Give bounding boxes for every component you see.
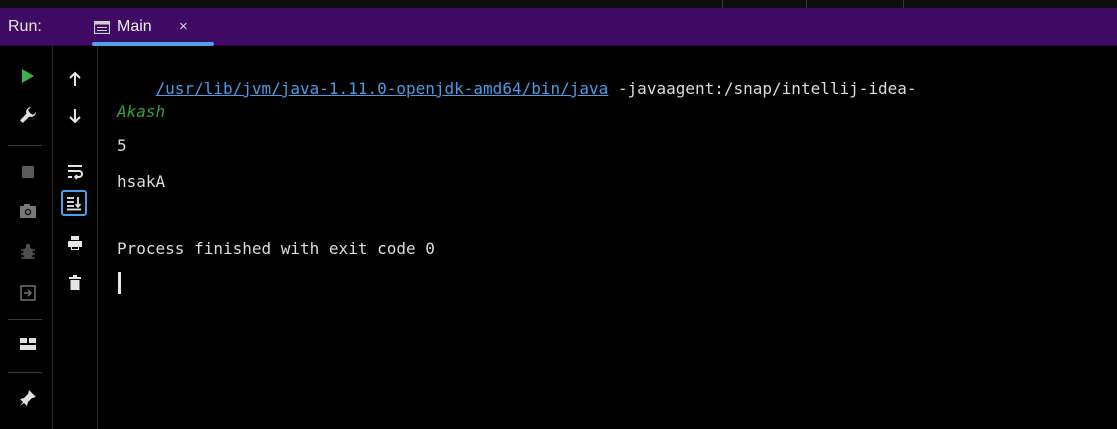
output-line: hsakA — [117, 172, 166, 191]
java-path-link[interactable]: /usr/lib/jvm/java-1.11.0-openjdk-amd64/b… — [156, 79, 609, 98]
layout-icon[interactable] — [16, 332, 40, 356]
console-tab-icon — [94, 21, 110, 34]
command-line: /usr/lib/jvm/java-1.11.0-openjdk-amd64/b… — [117, 60, 917, 117]
print-icon[interactable] — [63, 231, 87, 255]
close-icon[interactable]: × — [179, 18, 188, 35]
bug-icon[interactable] — [16, 240, 40, 264]
trash-icon[interactable] — [63, 271, 87, 295]
strip-divider — [806, 0, 807, 8]
text-caret — [118, 272, 121, 294]
run-tool-window-header: Run: Main × — [0, 8, 1117, 46]
rerun-icon[interactable] — [16, 64, 40, 88]
stop-icon[interactable] — [16, 160, 40, 184]
input-echo: Akash — [117, 102, 166, 121]
process-finished-message: Process finished with exit code 0 — [117, 239, 435, 258]
console-output[interactable]: /usr/lib/jvm/java-1.11.0-openjdk-amd64/b… — [98, 46, 1117, 429]
scroll-to-end-icon[interactable] — [61, 190, 87, 216]
exit-icon[interactable] — [16, 281, 40, 305]
strip-divider — [903, 0, 904, 8]
toolbar-divider — [8, 372, 42, 373]
command-args: -javaagent:/snap/intellij-idea- — [608, 79, 917, 98]
pin-icon[interactable] — [16, 386, 40, 410]
toolbar-divider — [8, 145, 42, 146]
run-label: Run: — [8, 18, 42, 35]
tab-main-label: Main — [117, 18, 152, 35]
top-strip — [0, 0, 1117, 8]
output-line: 5 — [117, 136, 127, 155]
down-arrow-icon[interactable] — [63, 104, 87, 128]
run-toolbar-primary — [0, 46, 53, 429]
soft-wrap-icon[interactable] — [63, 160, 87, 184]
camera-icon[interactable] — [16, 199, 40, 223]
strip-divider — [722, 0, 723, 8]
tab-main[interactable]: Main × — [89, 8, 214, 46]
toolbar-divider — [8, 319, 42, 320]
up-arrow-icon[interactable] — [63, 67, 87, 91]
run-toolbar-secondary — [53, 46, 98, 429]
wrench-icon[interactable] — [16, 103, 40, 127]
